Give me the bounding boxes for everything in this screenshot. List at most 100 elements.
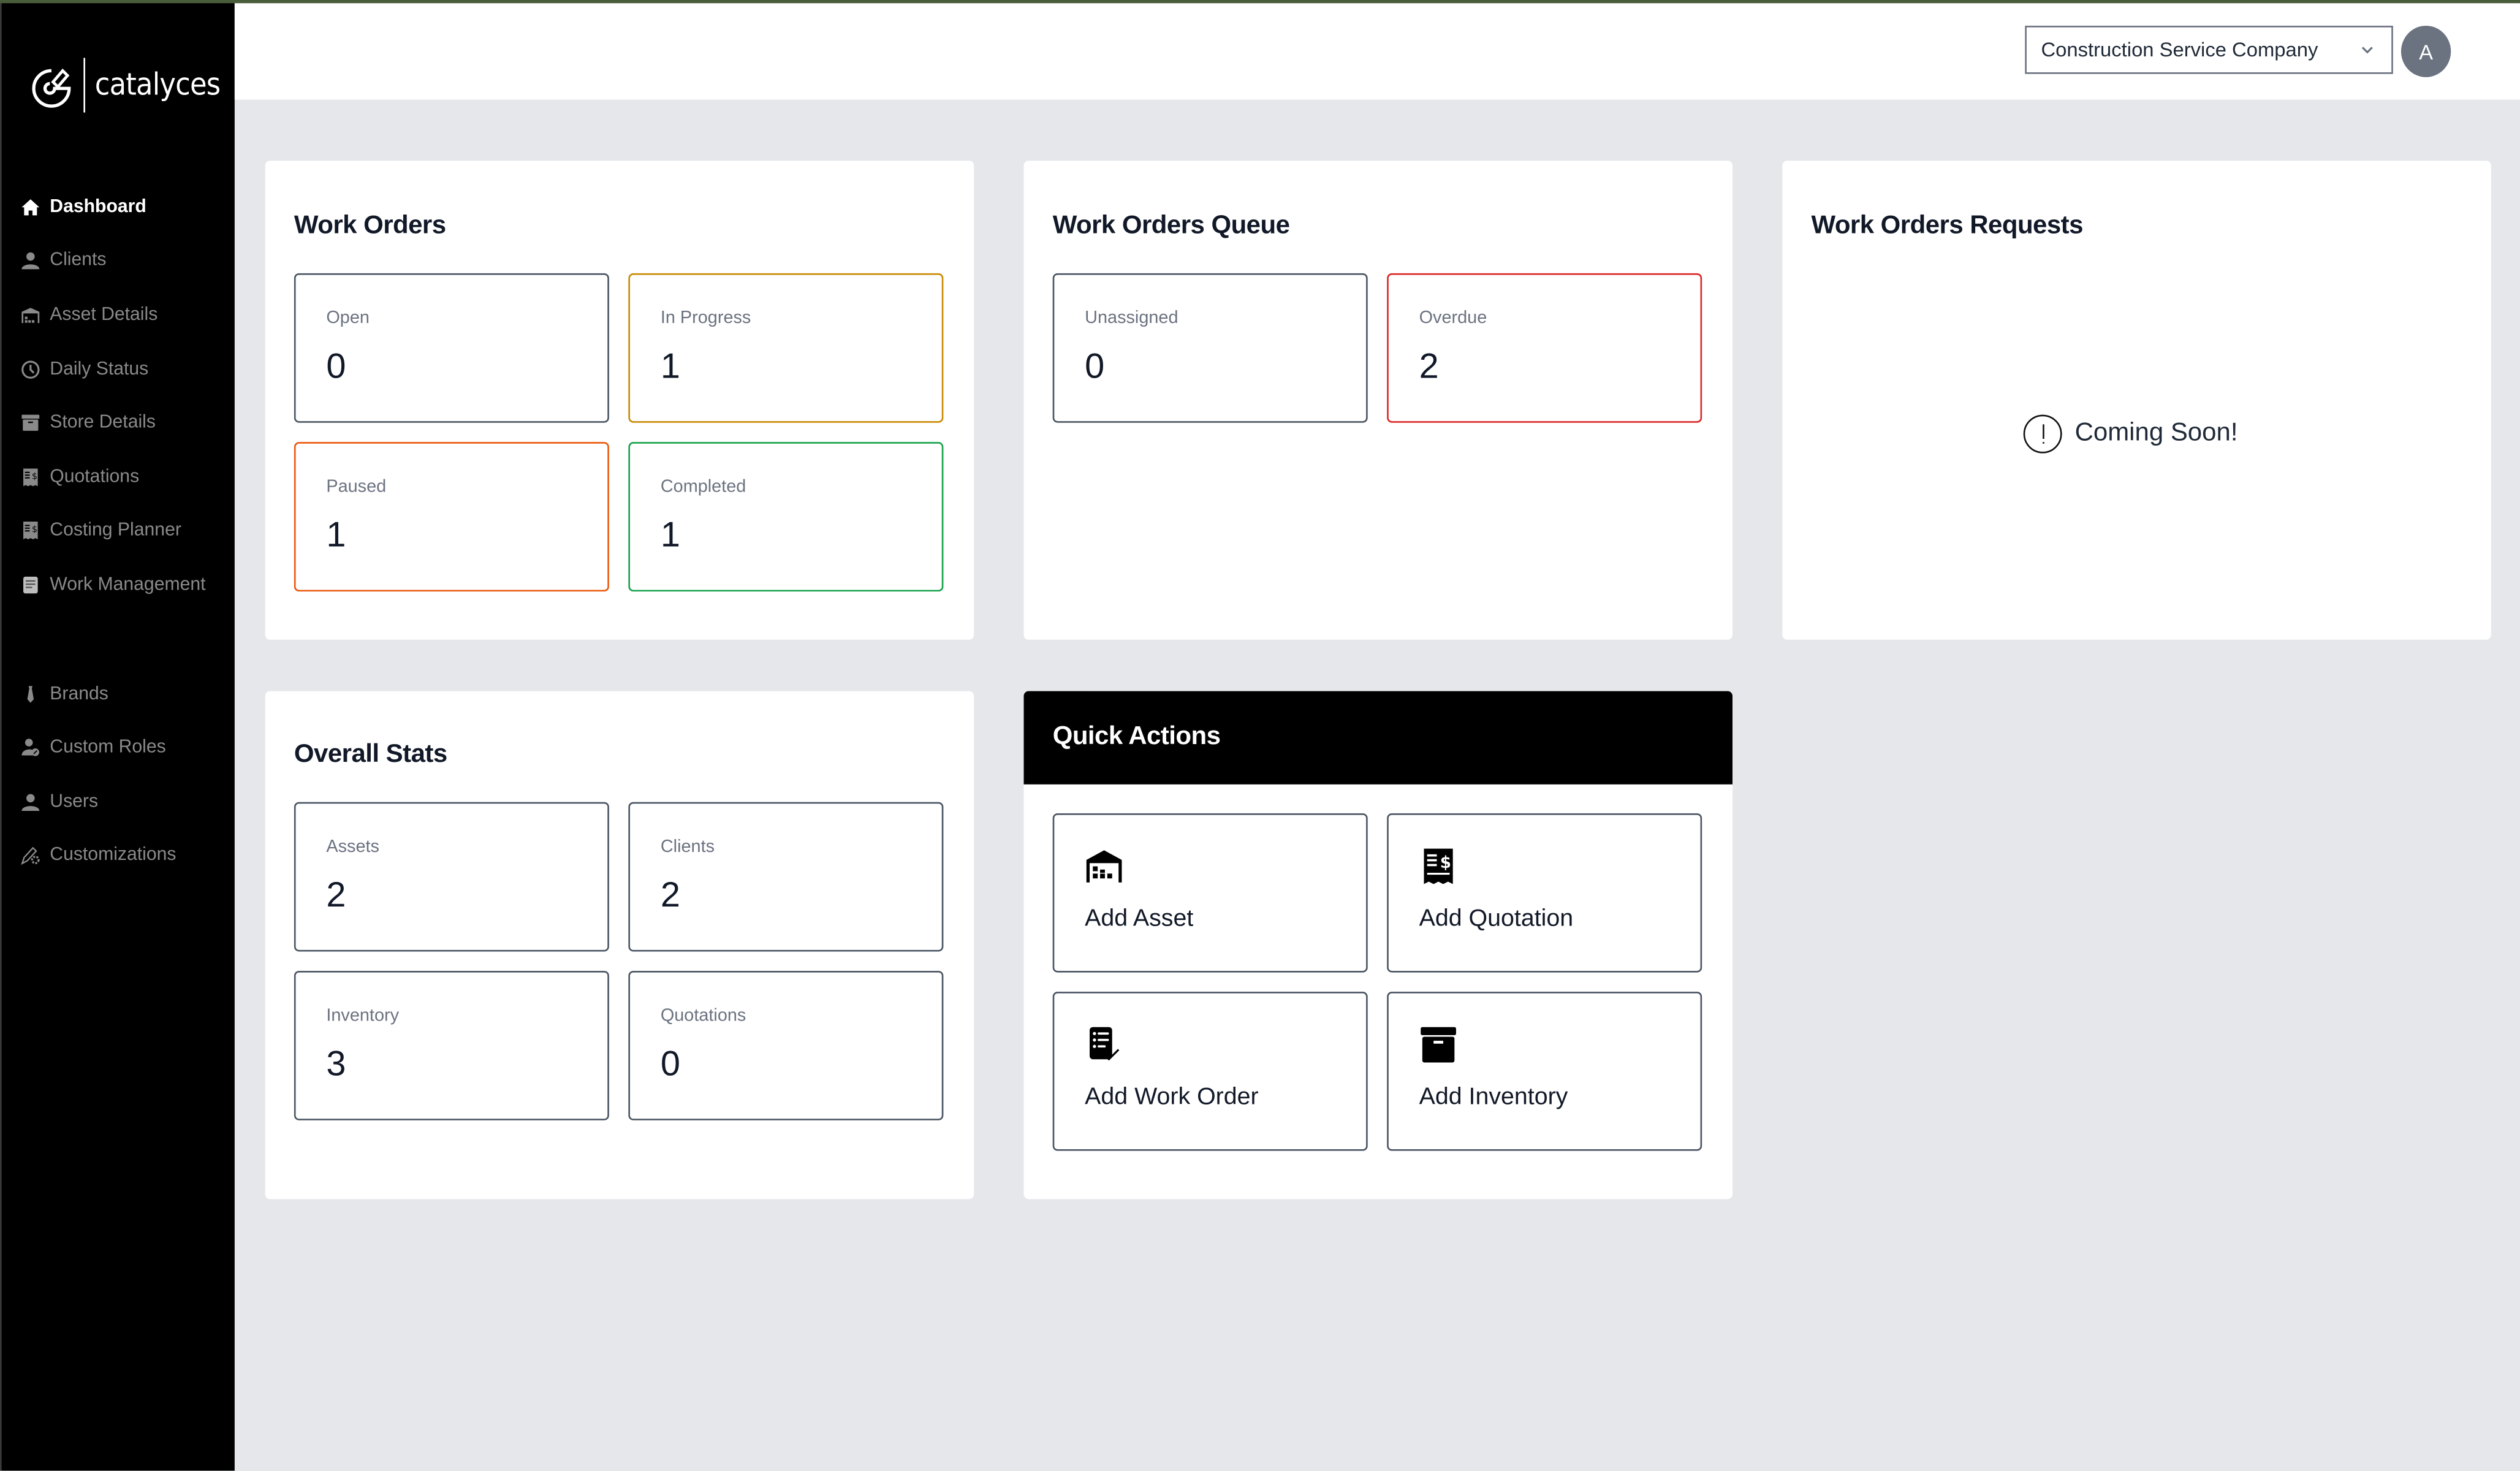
stat-value: 1 [660, 514, 680, 555]
sidebar-item-clients[interactable]: Clients [2, 234, 237, 288]
stat-overdue[interactable]: Overdue 2 [1387, 273, 1702, 423]
svg-text:$: $ [32, 525, 37, 535]
warehouse-icon [21, 305, 40, 324]
sidebar-item-label: Work Management [50, 575, 206, 595]
stat-paused[interactable]: Paused 1 [294, 442, 609, 592]
sidebar-item-label: Custom Roles [50, 738, 166, 758]
sidebar-item-work-management[interactable]: Work Management [2, 558, 237, 612]
receipt-dollar-icon: $ [21, 522, 40, 541]
work-orders-requests-card: Work Orders Requests Coming Soon! [1782, 161, 2491, 640]
sidebar-item-users[interactable]: Users [2, 775, 237, 829]
sidebar-item-label: Store Details [50, 413, 156, 433]
stat-value: 3 [326, 1043, 346, 1084]
brand-name: catalyces [94, 67, 221, 103]
pen-gear-icon [21, 846, 40, 865]
action-label: Add Work Order [1085, 1083, 1259, 1111]
sidebar-item-label: Customizations [50, 846, 176, 865]
sidebar-item-label: Brands [50, 683, 108, 704]
top-header: Construction Service Company A [234, 0, 2520, 100]
sidebar-item-label: Quotations [50, 467, 140, 487]
stat-label: Clients [660, 837, 715, 857]
sidebar-item-label: Clients [50, 251, 107, 271]
clock-icon [21, 359, 40, 378]
archive-box-icon [21, 413, 40, 432]
stat-label: Unassigned [1085, 308, 1178, 328]
stat-value: 0 [1085, 345, 1105, 386]
sidebar-item-brands[interactable]: Brands [2, 667, 237, 721]
quick-actions-header: Quick Actions [1023, 691, 1733, 785]
quick-actions-card: Quick Actions Add Asset $ Add Quotation [1023, 691, 1733, 1199]
stat-completed[interactable]: Completed 1 [628, 442, 944, 592]
stat-value: 0 [326, 345, 346, 386]
sidebar: catalyces Dashboard Clients Asset Detail… [0, 0, 235, 1471]
svg-text:$: $ [1440, 854, 1451, 872]
archive-box-icon [1421, 1027, 1456, 1063]
brand-logo[interactable]: catalyces [31, 58, 221, 113]
warehouse-icon [1086, 850, 1122, 883]
action-label: Add Quotation [1419, 905, 1574, 933]
stat-clients[interactable]: Clients 2 [628, 802, 944, 952]
sidebar-item-label: Daily Status [50, 359, 149, 379]
sidebar-item-store-details[interactable]: Store Details [2, 396, 237, 450]
action-label: Add Inventory [1419, 1083, 1568, 1111]
stat-label: Overdue [1419, 308, 1487, 328]
stat-value: 2 [326, 874, 346, 915]
sidebar-item-label: Dashboard [50, 197, 146, 217]
logo-divider [83, 58, 85, 113]
window-top-border [0, 0, 2520, 4]
sidebar-item-asset-details[interactable]: Asset Details [2, 288, 237, 342]
stat-in-progress[interactable]: In Progress 1 [628, 273, 944, 423]
company-select[interactable]: Construction Service Company [2025, 25, 2393, 74]
chevron-down-icon [2361, 47, 2373, 54]
stat-value: 1 [660, 345, 680, 386]
clipboard-check-icon [1090, 1027, 1120, 1061]
add-asset-button[interactable]: Add Asset [1052, 813, 1368, 973]
stat-value: 1 [326, 514, 346, 555]
add-inventory-button[interactable]: Add Inventory [1387, 992, 1702, 1151]
tie-icon [21, 684, 40, 703]
coming-soon-text: Coming Soon! [2074, 419, 2238, 447]
coming-soon-notice: Coming Soon! [2023, 414, 2238, 454]
stat-inventory[interactable]: Inventory 3 [294, 970, 609, 1120]
stat-open[interactable]: Open 0 [294, 273, 609, 423]
work-orders-card: Work Orders Open 0 In Progress 1 Paused … [265, 161, 974, 640]
stat-label: Open [326, 308, 370, 328]
exclamation-circle-icon [2023, 414, 2062, 454]
card-title: Work Orders Requests [1811, 212, 2084, 240]
add-quotation-button[interactable]: $ Add Quotation [1387, 813, 1702, 973]
stat-label: Quotations [660, 1006, 746, 1026]
overall-stats-card: Overall Stats Assets 2 Clients 2 Invento… [265, 691, 974, 1199]
clipboard-list-icon [21, 576, 40, 595]
stat-unassigned[interactable]: Unassigned 0 [1052, 273, 1368, 423]
add-work-order-button[interactable]: Add Work Order [1052, 992, 1368, 1151]
sidebar-item-label: Costing Planner [50, 521, 181, 541]
logo-icon [32, 68, 71, 108]
sidebar-item-costing-planner[interactable]: $ Costing Planner [2, 504, 237, 558]
sidebar-nav: Dashboard Clients Asset Details Daily St… [2, 180, 237, 883]
company-select-value: Construction Service Company [2041, 38, 2318, 61]
stat-quotations[interactable]: Quotations 0 [628, 970, 944, 1120]
stat-value: 2 [1419, 345, 1439, 386]
card-title: Quick Actions [1052, 723, 1221, 751]
sidebar-item-dashboard[interactable]: Dashboard [2, 180, 237, 234]
stat-value: 0 [660, 1043, 680, 1084]
sidebar-item-label: Asset Details [50, 305, 158, 325]
sidebar-item-customizations[interactable]: Customizations [2, 829, 237, 883]
user-avatar[interactable]: A [2400, 25, 2451, 77]
stat-label: Completed [660, 477, 746, 497]
stat-label: Inventory [326, 1006, 400, 1026]
sidebar-item-custom-roles[interactable]: Custom Roles [2, 721, 237, 775]
sidebar-item-label: Users [50, 792, 99, 812]
sidebar-item-daily-status[interactable]: Daily Status [2, 342, 237, 396]
user-icon [21, 251, 40, 270]
svg-text:$: $ [32, 471, 37, 481]
sidebar-item-quotations[interactable]: $ Quotations [2, 450, 237, 504]
stat-label: Assets [326, 837, 379, 857]
stat-assets[interactable]: Assets 2 [294, 802, 609, 952]
stat-label: In Progress [660, 308, 751, 328]
receipt-dollar-icon: $ [1424, 848, 1453, 884]
stat-value: 2 [660, 874, 680, 915]
user-icon [21, 792, 40, 811]
card-title: Overall Stats [294, 740, 447, 769]
